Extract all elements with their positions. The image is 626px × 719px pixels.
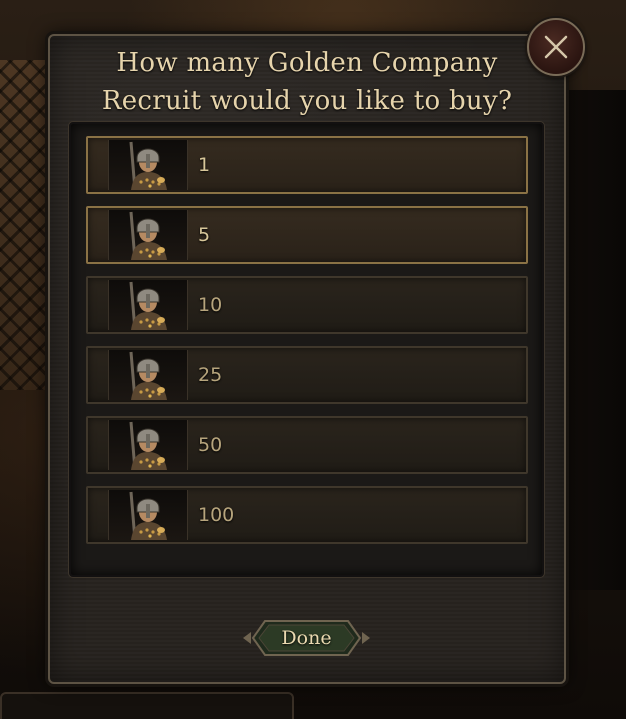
quantity-option-label: 5: [198, 224, 211, 246]
soldier-figure: [129, 351, 167, 400]
soldier-figure: [129, 211, 167, 260]
dialog-title: How many Golden Company Recruit would yo…: [60, 44, 554, 120]
background-shadow: [566, 90, 626, 590]
quantity-option-1[interactable]: 1: [86, 136, 528, 194]
close-button[interactable]: [527, 18, 585, 76]
close-icon: [544, 35, 568, 59]
dialog-title-line-2: Recruit would you like to buy?: [101, 86, 513, 116]
soldier-figure: [129, 421, 167, 470]
soldier-figure: [129, 281, 167, 330]
quantity-option-label: 100: [198, 504, 235, 526]
done-button[interactable]: Done: [241, 617, 372, 659]
soldier-figure: [129, 141, 167, 190]
soldier-portrait-icon: [108, 140, 188, 190]
quantity-option-25[interactable]: 25: [86, 346, 528, 404]
quantity-option-label: 50: [198, 434, 223, 456]
quantity-option-50[interactable]: 50: [86, 416, 528, 474]
soldier-portrait-icon: [108, 210, 188, 260]
quantity-option-label: 25: [198, 364, 223, 386]
dialog-title-line-1: How many Golden Company: [116, 48, 498, 78]
soldier-portrait-icon: [108, 280, 188, 330]
soldier-portrait-icon: [108, 420, 188, 470]
background-ui-panel: [0, 692, 294, 719]
soldier-portrait-icon: [108, 490, 188, 540]
quantity-option-label: 10: [198, 294, 223, 316]
quantity-option-5[interactable]: 5: [86, 206, 528, 264]
done-button-label: Done: [281, 627, 332, 649]
soldier-figure: [129, 491, 167, 540]
quantity-option-100[interactable]: 100: [86, 486, 528, 544]
soldier-portrait-icon: [108, 350, 188, 400]
quantity-option-10[interactable]: 10: [86, 276, 528, 334]
game-scene: How many Golden Company Recruit would yo…: [0, 0, 626, 719]
quantity-option-label: 1: [198, 154, 211, 176]
